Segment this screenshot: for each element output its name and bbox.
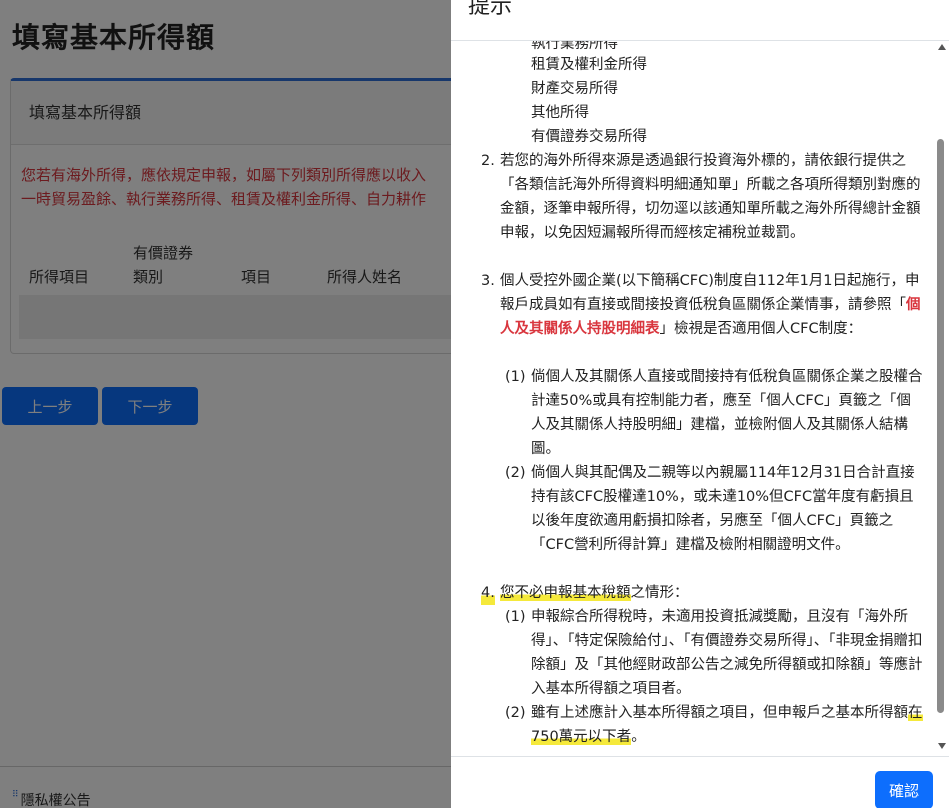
modal-footer: 確認 bbox=[451, 756, 949, 808]
item-text: 若您的海外所得來源是透過銀行投資海外標的，請依銀行提供之「各類信託海外所得資料明… bbox=[500, 153, 921, 241]
list-item: 財產交易所得 bbox=[531, 81, 618, 97]
item-text-part: 」檢視是否適用個人CFC制度： bbox=[659, 321, 863, 337]
modal-scrollbar[interactable] bbox=[935, 41, 949, 755]
hint-modal: 提示 執行業務所得 租賃及權利金所得 財產交易所得 其他所得 有價證券交易所得 … bbox=[451, 0, 949, 808]
scroll-up-arrow-icon[interactable] bbox=[938, 44, 946, 50]
sub-item-number: (2) bbox=[505, 465, 526, 481]
item-text-part: 。 bbox=[631, 729, 646, 745]
item-number: 2. bbox=[481, 153, 495, 169]
modal-title: 提示 bbox=[468, 0, 513, 19]
item-number: 3. bbox=[481, 273, 495, 289]
list-item: 有價證券交易所得 bbox=[531, 129, 647, 145]
item-text-part: 之情形： bbox=[630, 585, 689, 601]
modal-body: 執行業務所得 租賃及權利金所得 財產交易所得 其他所得 有價證券交易所得 2. … bbox=[451, 41, 935, 755]
scroll-down-arrow-icon[interactable] bbox=[938, 743, 946, 749]
item-text-part: 個人受控外國企業(以下簡稱CFC)制度自112年1月1日起施行，申報戶成員如有直… bbox=[500, 273, 920, 313]
item-text: 個人受控外國企業(以下簡稱CFC)制度自112年1月1日起施行，申報戶成員如有直… bbox=[500, 269, 928, 341]
sub-item-text: 雖有上述應計入基本所得額之項目，但申報戶之基本所得額在750萬元以下者。 bbox=[531, 701, 925, 749]
list-item: 租賃及權利金所得 bbox=[531, 57, 647, 73]
sub-item-number: (2) bbox=[505, 705, 526, 721]
scroll-thumb[interactable] bbox=[937, 139, 944, 713]
sub-item-number: (1) bbox=[505, 609, 526, 625]
confirm-button[interactable]: 確認 bbox=[875, 771, 933, 808]
sub-item-text: 倘個人及其關係人直接或間接持有低稅負區關係企業之股權合計達50%或具有控制能力者… bbox=[531, 369, 923, 457]
modal-backdrop[interactable] bbox=[0, 0, 451, 808]
sub-item-number: (1) bbox=[505, 369, 526, 385]
sub-item-text: 倘個人與其配偶及二親等以內親屬114年12月31日合計直接持有該CFC股權達10… bbox=[531, 465, 915, 553]
list-item: 其他所得 bbox=[531, 105, 589, 121]
item-number: 4. bbox=[481, 581, 495, 605]
sub-item-text: 申報綜合所得稅時，未適用投資抵減獎勵，且沒有「海外所得」、「特定保險給付」、「有… bbox=[531, 609, 923, 697]
highlighted-text: 您不必申報基本稅額 bbox=[500, 585, 631, 601]
modal-header: 提示 bbox=[451, 0, 949, 41]
item-text: 您不必申報基本稅額之情形： bbox=[500, 581, 928, 605]
item-text-part: 雖有上述應計入基本所得額之項目，但申報戶之基本所得額 bbox=[531, 705, 908, 721]
